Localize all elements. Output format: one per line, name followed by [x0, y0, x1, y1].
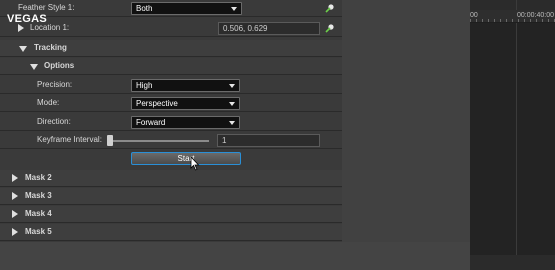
expand-arrow-icon[interactable] — [18, 24, 24, 32]
expand-arrow-icon — [12, 174, 18, 182]
mask2-label: Mask 2 — [25, 173, 52, 182]
timeline-track-area[interactable] — [470, 23, 555, 255]
mouse-pointer-icon — [190, 156, 200, 171]
options-label: Options — [44, 61, 75, 70]
mode-row: Mode: Perspective — [0, 95, 342, 112]
ruler-label-2: 00:00:40:00 — [517, 12, 554, 19]
location-field[interactable]: 0.506, 0.629 — [218, 22, 320, 35]
feather-style-value: Both — [136, 4, 153, 13]
mask4-label: Mask 4 — [25, 209, 52, 218]
tracking-section-header[interactable]: Tracking — [0, 40, 342, 57]
ruler-ticks — [470, 19, 555, 22]
location-row: Location 1: 0.506, 0.629 — [0, 20, 342, 37]
keyframe-interval-slider-thumb[interactable] — [107, 135, 113, 146]
vegas-logo: VEGAS — [7, 13, 48, 25]
mode-label: Mode: — [37, 98, 60, 107]
timeline-marker-line — [516, 0, 517, 255]
mask3-label: Mask 3 — [25, 191, 52, 200]
direction-dropdown[interactable]: Forward — [131, 116, 240, 129]
collapse-arrow-icon — [19, 46, 27, 52]
mode-value: Perspective — [136, 99, 178, 108]
feather-style-label: Feather Style 1: — [18, 3, 75, 12]
precision-dropdown[interactable]: High — [131, 79, 240, 92]
direction-row: Direction: Forward — [0, 114, 342, 131]
mode-dropdown[interactable]: Perspective — [131, 97, 240, 110]
mask2-section-header[interactable]: Mask 2 — [0, 170, 342, 187]
start-row: Start — [0, 150, 342, 167]
direction-label: Direction: — [37, 117, 71, 126]
ruler-label-1: 00 — [470, 12, 478, 19]
feather-style-dropdown[interactable]: Both — [131, 2, 242, 15]
precision-label: Precision: — [37, 80, 73, 89]
precision-value: High — [136, 81, 153, 90]
precision-row: Precision: High — [0, 77, 342, 94]
chevron-down-icon — [231, 7, 237, 11]
mask5-section-header[interactable]: Mask 5 — [0, 224, 342, 241]
mask5-label: Mask 5 — [25, 227, 52, 236]
collapse-arrow-icon — [30, 64, 38, 70]
expand-arrow-icon — [12, 192, 18, 200]
chevron-down-icon — [229, 102, 235, 106]
tracking-label: Tracking — [34, 43, 67, 52]
direction-value: Forward — [136, 118, 166, 127]
options-section-header[interactable]: Options — [0, 58, 342, 75]
keyframe-interval-label: Keyframe Interval: — [37, 135, 102, 144]
keyframe-interval-slider-track[interactable] — [108, 140, 209, 142]
keyframe-interval-value: 1 — [222, 136, 227, 145]
mask4-section-header[interactable]: Mask 4 — [0, 206, 342, 223]
keyframe-animate-icon[interactable] — [325, 4, 334, 13]
chevron-down-icon — [229, 121, 235, 125]
start-button[interactable]: Start — [131, 152, 241, 165]
keyframe-interval-row: Keyframe Interval: 1 — [0, 132, 342, 149]
timeline-ruler[interactable]: 00 00:00:40:00 — [470, 10, 555, 23]
expand-arrow-icon — [12, 228, 18, 236]
mask3-section-header[interactable]: Mask 3 — [0, 188, 342, 205]
keyframe-animate-icon[interactable] — [325, 24, 334, 33]
keyframe-interval-field[interactable]: 1 — [217, 134, 320, 147]
chevron-down-icon — [229, 84, 235, 88]
bottom-strip — [0, 242, 470, 270]
feather-style-row: Feather Style 1: Both — [0, 0, 342, 17]
location-value: 0.506, 0.629 — [223, 24, 268, 33]
panel-gap — [342, 0, 470, 270]
expand-arrow-icon — [12, 210, 18, 218]
